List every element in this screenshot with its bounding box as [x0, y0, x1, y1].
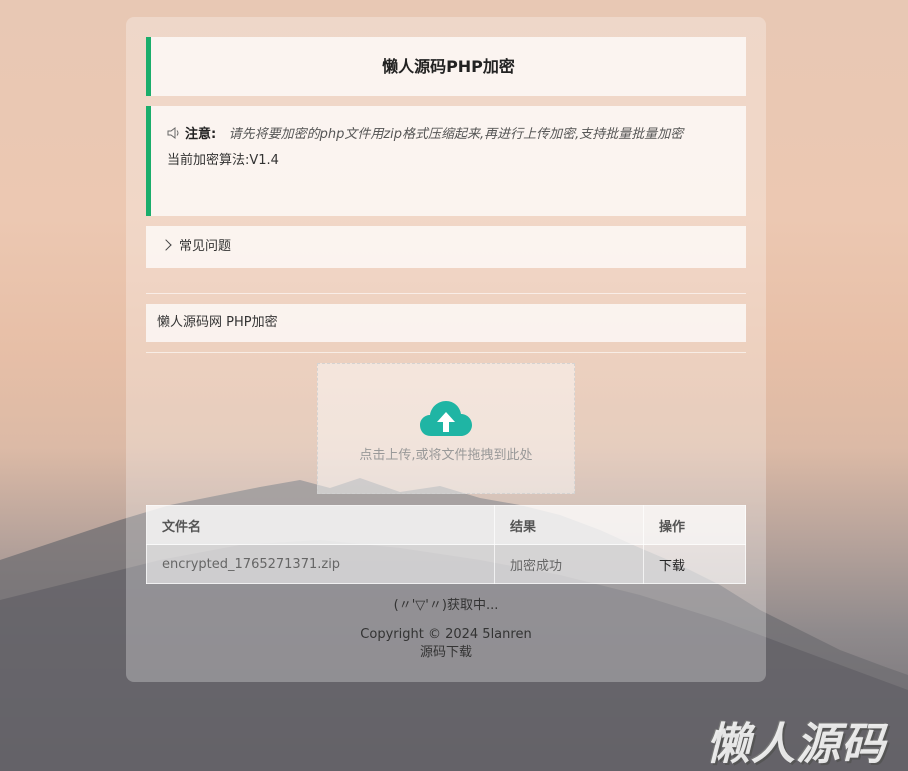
faq-label: 常见问题 [179, 239, 232, 254]
upload-dropzone[interactable]: 点击上传,或将文件拖拽到此处 [317, 363, 575, 494]
copyright-text: Copyright © 2024 5lanren [360, 627, 532, 642]
cloud-upload-icon [420, 401, 472, 436]
filename-cell: encrypted_1765271371.zip [146, 544, 495, 584]
table-row: encrypted_1765271371.zip 加密成功 下载 [146, 544, 746, 584]
column-header-result: 结果 [494, 505, 644, 545]
notice-label: 注意: [185, 127, 217, 142]
download-link[interactable]: 下载 [643, 544, 746, 584]
column-header-action: 操作 [643, 505, 746, 545]
results-table: 文件名 结果 操作 encrypted_1765271371.zip 加密成功 … [146, 505, 746, 584]
upload-hint: 点击上传,或将文件拖拽到此处 [359, 448, 533, 463]
table-header-row: 文件名 结果 操作 [146, 505, 746, 545]
speaker-icon [167, 127, 179, 139]
section-label: 懒人源码网 PHP加密 [146, 304, 746, 342]
chevron-right-icon [160, 239, 172, 251]
source-download-link[interactable]: 源码下载 [420, 645, 472, 660]
notice-text: 请先将要加密的php文件用zip格式压缩起来,再进行上传加密,支持批量批量加密 [228, 127, 684, 142]
notice-box: 注意: 请先将要加密的php文件用zip格式压缩起来,再进行上传加密,支持批量批… [146, 106, 746, 216]
footer: Copyright © 2024 5lanren 源码下载 [126, 626, 766, 662]
status-text: (〃'▽'〃)获取中... [393, 598, 499, 613]
divider [146, 352, 746, 353]
watermark-logo: 懒人源码 [706, 719, 886, 770]
faq-toggle[interactable]: 常见问题 [146, 226, 746, 268]
algorithm-version: 当前加密算法:V1.4 [167, 153, 279, 168]
divider [146, 293, 746, 294]
result-cell: 加密成功 [494, 544, 644, 584]
page-title: 懒人源码PHP加密 [146, 37, 746, 96]
main-panel: 懒人源码PHP加密 注意: 请先将要加密的php文件用zip格式压缩起来,再进行… [126, 17, 766, 682]
column-header-filename: 文件名 [146, 505, 495, 545]
